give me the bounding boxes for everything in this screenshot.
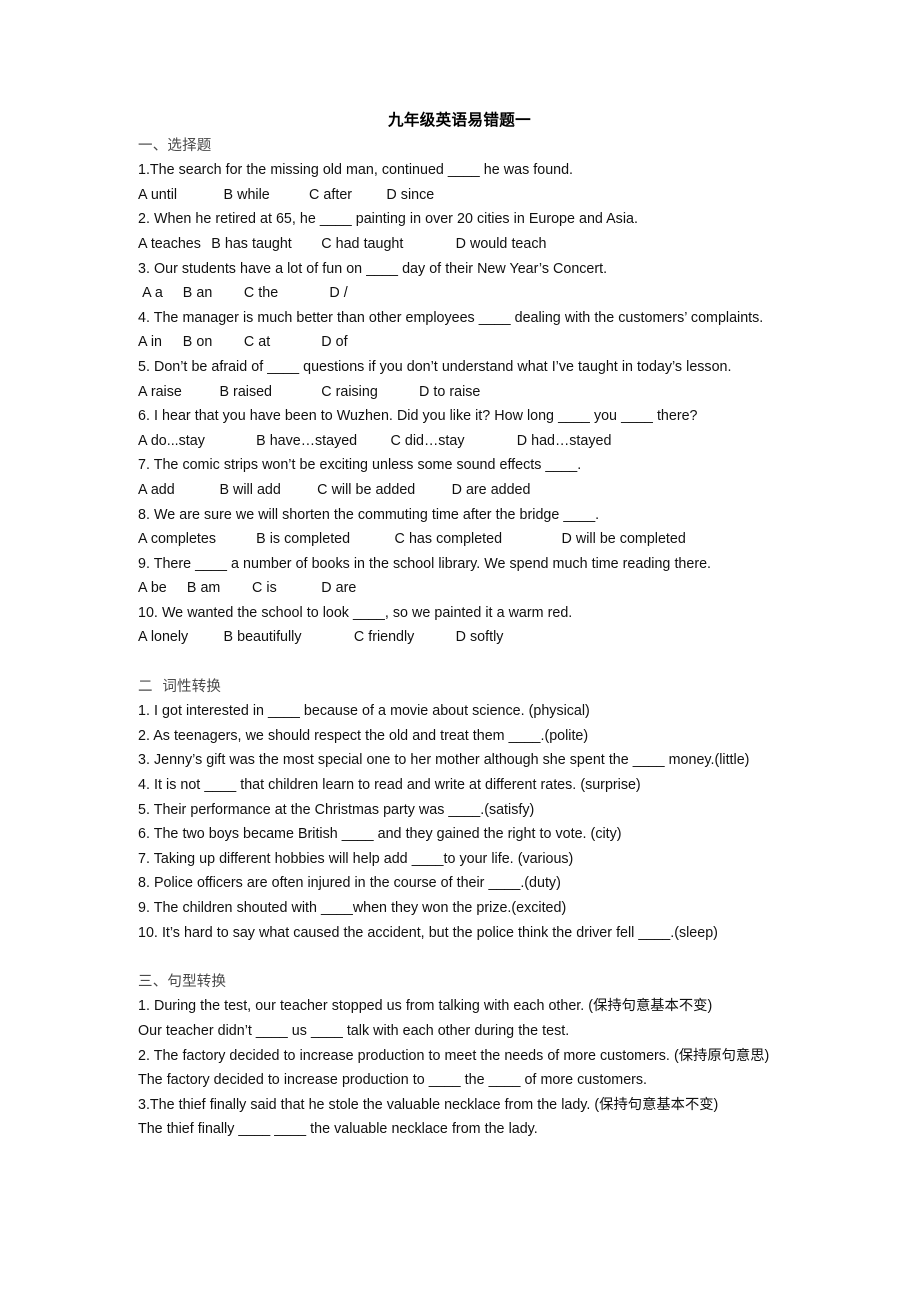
- question-line: 7. Taking up different hobbies will help…: [138, 850, 574, 867]
- question-line: A be B am C is D are: [138, 580, 357, 597]
- question-line: 9. There ____ a number of books in the s…: [138, 555, 712, 572]
- section-heading: 一、选择题: [138, 137, 212, 154]
- question-line: 5. Don’t be afraid of ____ questions if …: [138, 358, 732, 375]
- question-line: 9. The children shouted with ____when th…: [138, 900, 567, 916]
- section-heading: 二 词性转换: [138, 678, 222, 695]
- question-line: 1. During the test, our teacher stopped …: [138, 998, 713, 1015]
- question-line: 10. It’s hard to say what caused the acc…: [138, 924, 718, 941]
- question-line: 4. The manager is much better than other…: [138, 309, 764, 326]
- question-line: A teaches B has taught C had taught D wo…: [138, 235, 547, 252]
- question-line: A a B an C the D /: [138, 285, 348, 302]
- question-line: 2. The factory decided to increase produ…: [138, 1047, 770, 1064]
- question-line: 3. Jenny’s gift was the most special one…: [138, 752, 750, 769]
- page-title: 九年级英语易错题一: [387, 111, 532, 129]
- question-line: 2. As teenagers, we should respect the o…: [138, 727, 589, 744]
- question-line: The thief finally ____ ____ the valuable…: [138, 1121, 538, 1138]
- question-line: 6. The two boys became British ____ and …: [138, 826, 622, 843]
- question-line: 2. When he retired at 65, he ____ painti…: [138, 211, 638, 228]
- question-line: 8. Police officers are often injured in …: [138, 875, 561, 892]
- question-line: 3. Our students have a lot of fun on ___…: [138, 260, 608, 277]
- question-line: A raise B raised C raising D to raise: [138, 383, 481, 400]
- question-line: The factory decided to increase producti…: [138, 1072, 648, 1089]
- question-line: 5. Their performance at the Christmas pa…: [138, 801, 535, 818]
- question-line: 8. We are sure we will shorten the commu…: [138, 506, 600, 523]
- question-line: A in B on C at D of: [138, 334, 348, 351]
- question-line: A do...stay B have…stayed C did…stay D h…: [138, 432, 612, 449]
- question-line: 10. We wanted the school to look ____, s…: [138, 604, 573, 621]
- question-line: A until B while C after D since: [138, 186, 435, 203]
- question-line: A completes B is completed C has complet…: [138, 531, 686, 548]
- worksheet-page: 九年级英语易错题一 一、选择题 1.The search for the miss…: [0, 0, 920, 1302]
- question-line: A lonely B beautifully C friendly D soft…: [138, 629, 504, 646]
- question-line: 4. It is not ____ that children learn to…: [138, 777, 641, 794]
- question-line: 1.The search for the missing old man, co…: [138, 162, 574, 179]
- question-line: 7. The comic strips won’t be exciting un…: [138, 457, 582, 474]
- question-line: Our teacher didn’t ____ us ____ talk wit…: [138, 1022, 570, 1039]
- question-line: 3.The thief finally said that he stole t…: [138, 1096, 719, 1113]
- section-heading: 三、句型转换: [138, 973, 227, 990]
- document-body: 一、选择题 1.The search for the missing old ma…: [138, 134, 781, 1142]
- question-line: A add B will add C will be added D are a…: [138, 481, 531, 498]
- question-line: 6. I hear that you have been to Wuzhen. …: [138, 408, 698, 425]
- question-line: 1. I got interested in ____ because of a…: [138, 703, 590, 720]
